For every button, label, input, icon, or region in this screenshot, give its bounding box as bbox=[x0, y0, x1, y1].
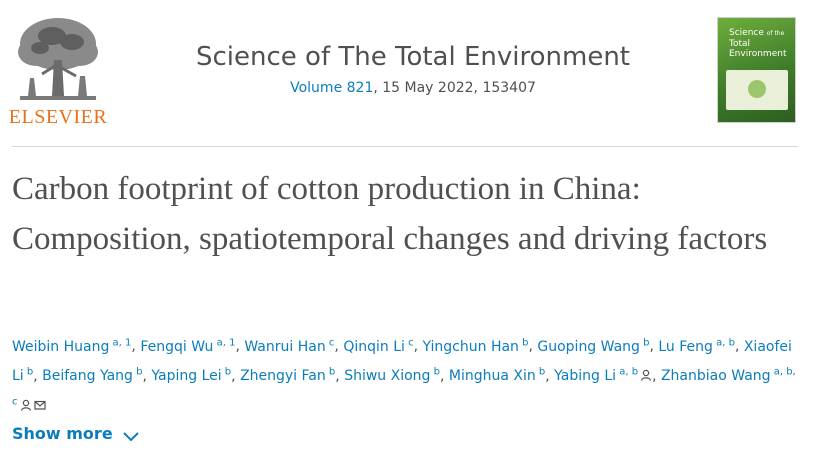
journal-meta: Volume 821, 15 May 2022, 153407 bbox=[150, 80, 676, 96]
author-affiliation[interactable]: a, 1 bbox=[213, 337, 236, 348]
author-affiliation[interactable]: a, b bbox=[616, 367, 638, 378]
volume-link[interactable]: Volume 821 bbox=[290, 80, 373, 96]
author-name[interactable]: Zhanbiao Wang bbox=[661, 368, 771, 384]
article-header: ELSEVIER Science of The Total Environmen… bbox=[0, 0, 824, 146]
author[interactable]: Yaping Lei b bbox=[151, 367, 231, 385]
author-separator: , bbox=[545, 368, 555, 385]
show-more-button[interactable]: Show more bbox=[12, 424, 140, 443]
author-affiliation[interactable]: b bbox=[222, 367, 231, 378]
person-icon[interactable] bbox=[20, 395, 32, 411]
author[interactable]: Yingchun Han b bbox=[422, 337, 528, 355]
author-name[interactable]: Zhengyi Fan bbox=[240, 368, 326, 384]
journal-title[interactable]: Science of The Total Environment bbox=[150, 40, 676, 74]
journal-cover-image[interactable]: Science of the Total Environment bbox=[717, 17, 796, 123]
author[interactable]: Qinqin Li c bbox=[343, 337, 414, 355]
author-affiliation[interactable]: b bbox=[536, 367, 545, 378]
author-name[interactable]: Qinqin Li bbox=[343, 339, 405, 355]
publisher-wordmark: ELSEVIER bbox=[8, 106, 108, 128]
author-name[interactable]: Beifang Yang bbox=[42, 368, 133, 384]
issue-info: , 15 May 2022, 153407 bbox=[373, 80, 536, 96]
show-more-label: Show more bbox=[12, 424, 113, 443]
author-separator: , bbox=[33, 368, 43, 385]
author-separator: , bbox=[652, 368, 661, 385]
article-title: Carbon footprint of cotton production in… bbox=[12, 171, 768, 257]
author-name[interactable]: Lu Feng bbox=[658, 339, 713, 355]
author-affiliation[interactable]: b bbox=[430, 367, 440, 378]
author-separator: , bbox=[439, 368, 449, 385]
cover-title: Science of the Total Environment bbox=[729, 28, 787, 59]
author-name[interactable]: Wanrui Han bbox=[244, 339, 325, 355]
envelope-icon[interactable] bbox=[33, 395, 46, 410]
author-affiliation[interactable]: b bbox=[326, 367, 335, 378]
author-name[interactable]: Yabing Li bbox=[554, 368, 616, 384]
journal-info: Science of The Total Environment Volume … bbox=[150, 40, 676, 96]
author-separator: , bbox=[334, 338, 344, 355]
author-affiliation[interactable]: b bbox=[24, 367, 33, 378]
author-list: Weibin Huang a, 1, Fengqi Wu a, 1, Wanru… bbox=[12, 330, 802, 419]
author[interactable]: Fengqi Wu a, 1 bbox=[140, 337, 236, 355]
author[interactable]: Wanrui Han c bbox=[244, 337, 334, 355]
author-name[interactable]: Weibin Huang bbox=[12, 339, 109, 355]
cover-graphic bbox=[726, 70, 788, 110]
author-affiliation[interactable]: a, 1 bbox=[109, 337, 132, 348]
tree-icon bbox=[12, 14, 104, 104]
author[interactable]: Yabing Li a, b bbox=[554, 365, 652, 384]
author-name[interactable]: Guoping Wang bbox=[537, 339, 640, 355]
author-name[interactable]: Yingchun Han bbox=[422, 339, 518, 355]
author-separator: , bbox=[131, 338, 141, 355]
author-name[interactable]: Fengqi Wu bbox=[140, 339, 213, 355]
author-affiliation[interactable]: c bbox=[405, 337, 414, 348]
person-icon[interactable] bbox=[640, 365, 652, 382]
author-affiliation[interactable]: a, b bbox=[713, 337, 735, 348]
author-separator: , bbox=[231, 368, 241, 385]
author-separator: , bbox=[335, 368, 345, 385]
author[interactable]: Weibin Huang a, 1 bbox=[12, 337, 132, 355]
author[interactable]: Beifang Yang b bbox=[42, 367, 142, 385]
elsevier-logo[interactable]: ELSEVIER bbox=[8, 14, 108, 128]
author-name[interactable]: Minghua Xin bbox=[449, 368, 536, 384]
author[interactable]: Lu Feng a, b bbox=[658, 337, 735, 355]
author[interactable]: Minghua Xin b bbox=[449, 367, 545, 385]
author-name[interactable]: Shiwu Xiong bbox=[344, 368, 430, 384]
author-name[interactable]: Yaping Lei bbox=[151, 368, 221, 384]
chevron-down-icon bbox=[123, 432, 139, 442]
author[interactable]: Guoping Wang b bbox=[537, 337, 649, 355]
header-divider bbox=[12, 146, 798, 147]
author[interactable]: Zhengyi Fan b bbox=[240, 367, 335, 385]
author-separator: , bbox=[734, 338, 744, 355]
author[interactable]: Shiwu Xiong b bbox=[344, 367, 440, 385]
